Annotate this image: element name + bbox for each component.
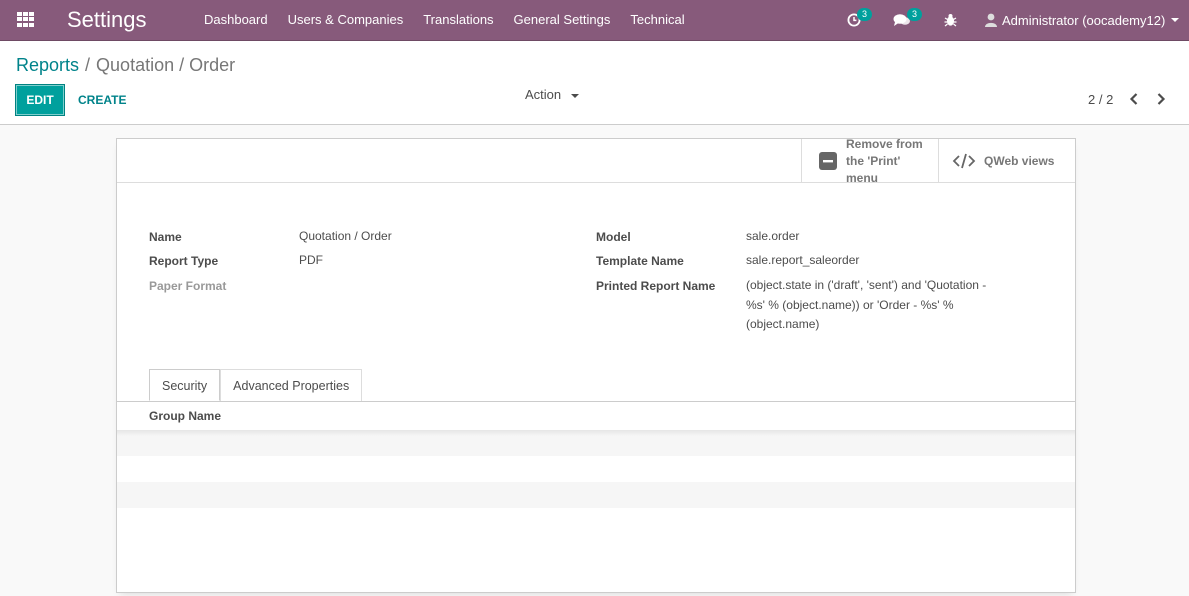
caret-down-icon [1171,18,1180,22]
action-dropdown[interactable]: Action [525,87,579,102]
model-label: Model [596,230,631,244]
breadcrumb-reports-link[interactable]: Reports [16,55,79,75]
remove-from-print-menu-button[interactable]: Remove from the 'Print' menu [801,137,939,185]
pager-value[interactable]: 2 / 2 [1088,92,1113,107]
bug-icon [944,14,957,27]
activity-menu[interactable]: 3 [844,0,874,40]
minus-square-icon [819,152,837,170]
menu-item-dashboard[interactable]: Dashboard [194,0,278,40]
user-menu[interactable]: Administrator (oocademy12) [985,0,1180,40]
name-label: Name [149,230,182,244]
template-name-value: sale.report_saleorder [746,253,860,267]
table-row [117,482,1075,508]
report-type-label: Report Type [149,254,219,268]
chevron-left-icon [1129,93,1138,105]
user-icon [985,13,997,27]
name-value: Quotation / Order [299,229,392,243]
user-name: Administrator (oocademy12) [1002,12,1166,28]
activity-count-badge: 3 [857,8,872,21]
caret-down-icon [570,93,579,98]
action-label: Action [525,87,562,102]
report-type-value: PDF [299,253,323,267]
qweb-views-button[interactable]: QWeb views [938,139,1075,183]
menu-item-translations[interactable]: Translations [413,0,503,40]
breadcrumb-separator: / [85,55,91,75]
menu-item-general-settings[interactable]: General Settings [504,0,621,40]
table-header-shadow [117,430,1075,436]
messages-count-badge: 3 [907,8,922,21]
messaging-menu[interactable]: 3 [892,0,926,40]
pager-next-button[interactable] [1154,92,1168,106]
template-name-label: Template Name [596,254,684,268]
pager-previous-button[interactable] [1127,92,1141,106]
remove-from-print-menu-label: Remove from the 'Print' menu [846,136,923,185]
apps-menu-icon[interactable] [17,12,34,27]
top-navbar: Settings Dashboard Users & Companies Tra… [0,0,1189,41]
tab-advanced-properties[interactable]: Advanced Properties [220,369,363,401]
breadcrumb-current: Quotation / Order [96,55,236,75]
printed-report-name-label: Printed Report Name [596,279,716,293]
menu-item-users-companies[interactable]: Users & Companies [278,0,414,40]
main-menu: Dashboard Users & Companies Translations… [194,0,695,40]
menu-item-technical[interactable]: Technical [620,0,694,40]
model-value: sale.order [746,229,800,243]
group-name-column-header[interactable]: Group Name [149,409,221,423]
chevron-right-icon [1157,93,1166,105]
table-row [117,456,1075,482]
create-button[interactable]: CREATE [78,84,126,116]
qweb-views-label: QWeb views [984,153,1055,168]
notebook-tabs: Security Advanced Properties [149,369,363,401]
app-title[interactable]: Settings [67,7,147,33]
form-sheet: Remove from the 'Print' menu QWeb views … [116,137,1076,593]
code-icon [952,153,976,169]
printed-report-name-value: (object.state in ('draft', 'sent') and '… [746,278,987,331]
paper-format-label: Paper Format [149,279,227,293]
security-groups-table [117,430,1075,508]
tab-security[interactable]: Security [149,369,221,401]
edit-button[interactable]: EDIT [15,84,65,116]
breadcrumb: Reports / Quotation / Order [16,55,235,76]
control-panel: Reports / Quotation / Order EDIT CREATE Ac… [0,41,1189,125]
button-box: Remove from the 'Print' menu QWeb views [117,137,1075,185]
debug-menu[interactable] [942,0,960,40]
